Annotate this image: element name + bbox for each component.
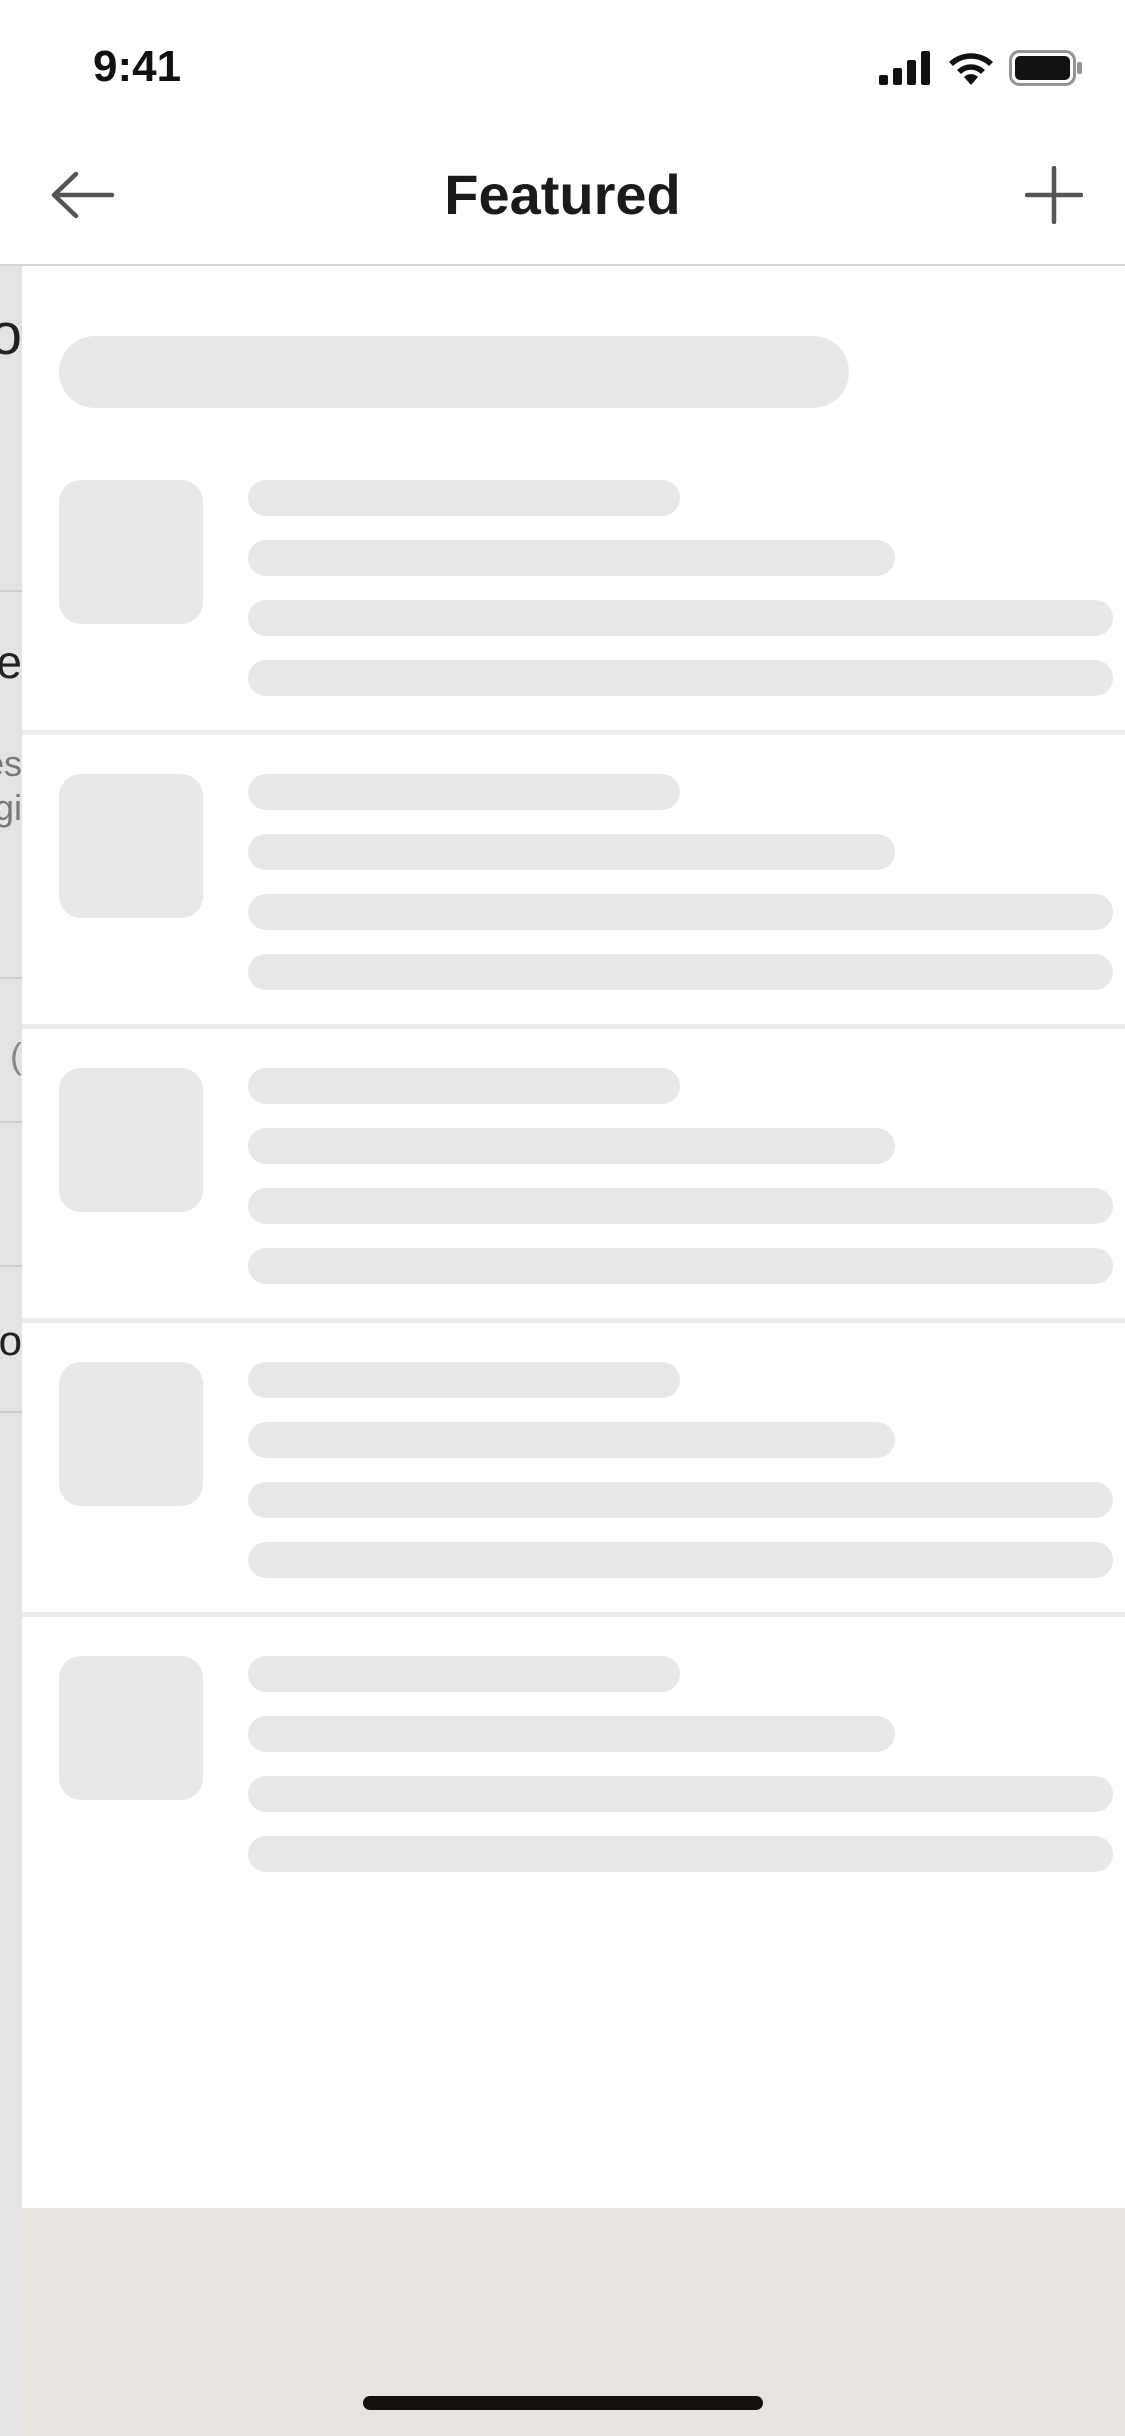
skeleton-line (248, 1776, 1113, 1812)
add-button[interactable] (1021, 164, 1087, 230)
home-indicator[interactable] (363, 2396, 763, 2410)
loading-skeleton-list (22, 266, 1125, 2208)
skeleton-line (248, 1362, 680, 1398)
skeleton-line (248, 600, 1113, 636)
list-divider (22, 1024, 1125, 1029)
skeleton-thumbnail (59, 774, 203, 918)
status-time: 9:41 (93, 42, 182, 91)
skeleton-line (248, 1836, 1113, 1872)
skeleton-thumbnail (59, 480, 203, 624)
skeleton-line (248, 1188, 1113, 1224)
background-page-divider (0, 590, 22, 592)
skeleton-line (248, 1248, 1113, 1284)
navigation-bar: Featured (0, 132, 1125, 266)
background-page-text: ( (10, 1035, 22, 1076)
list-divider (22, 1318, 1125, 1323)
skeleton-line (248, 660, 1113, 696)
skeleton-line (248, 1716, 895, 1752)
background-page-text: o (0, 302, 22, 367)
background-page-text: es (0, 743, 22, 784)
battery-icon (1009, 50, 1083, 91)
background-page-divider (0, 977, 22, 979)
skeleton-line (248, 1656, 680, 1692)
skeleton-thumbnail (59, 1362, 203, 1506)
background-page-divider (0, 1121, 22, 1123)
skeleton-line (248, 954, 1113, 990)
list-divider (22, 730, 1125, 735)
background-page-text: gi (0, 787, 22, 828)
skeleton-list-item (22, 1656, 1125, 1950)
skeleton-line (248, 1482, 1113, 1518)
skeleton-search-bar (59, 336, 849, 408)
skeleton-line (248, 1422, 895, 1458)
list-divider (22, 1612, 1125, 1617)
background-page-text: no (0, 1317, 22, 1364)
background-page-text: e (0, 636, 22, 688)
skeleton-line (248, 1128, 895, 1164)
skeleton-line (248, 834, 895, 870)
signal-icon (879, 51, 933, 90)
status-icons (879, 50, 1083, 91)
background-page-divider (0, 1411, 22, 1413)
skeleton-line (248, 894, 1113, 930)
plus-icon (1024, 165, 1084, 229)
background-page-divider (0, 1265, 22, 1267)
skeleton-line (248, 540, 895, 576)
screen: o e es gi ( no 9:41 (0, 0, 1125, 2436)
skeleton-line (248, 1068, 680, 1104)
background-page-edge: o e es gi ( no (0, 265, 22, 2436)
skeleton-line (248, 774, 680, 810)
page-title: Featured (444, 163, 681, 226)
wifi-icon (947, 51, 995, 90)
skeleton-line (248, 480, 680, 516)
skeleton-line (248, 1542, 1113, 1578)
status-bar: 9:41 (0, 0, 1125, 132)
skeleton-thumbnail (59, 1656, 203, 1800)
skeleton-thumbnail (59, 1068, 203, 1212)
